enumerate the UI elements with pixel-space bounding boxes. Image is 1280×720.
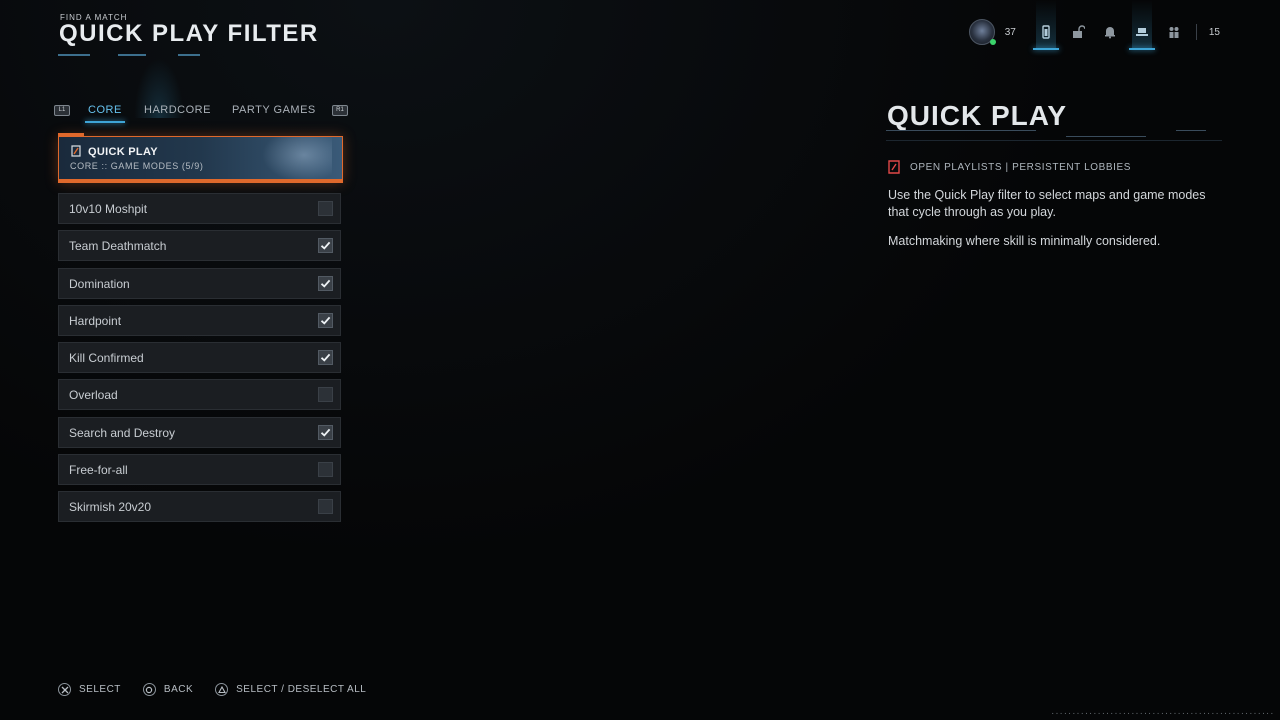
game-mode-checkbox[interactable] <box>318 499 333 515</box>
check-icon <box>320 242 331 250</box>
check-icon <box>320 428 331 437</box>
game-mode-row[interactable]: Domination <box>58 267 341 299</box>
card-title: QUICK PLAY <box>88 146 158 158</box>
game-mode-label: 10v10 Moshpit <box>69 202 148 216</box>
game-mode-row[interactable]: Free-for-all <box>58 454 341 486</box>
left-bumper-icon[interactable]: L1 <box>54 105 70 116</box>
card-subtitle: CORE :: GAME MODES (5/9) <box>70 161 204 171</box>
button-hints: SELECT BACK SELECT / DESELECT ALL <box>58 683 388 696</box>
quick-play-card[interactable]: QUICK PLAY CORE :: GAME MODES (5/9) <box>58 136 343 183</box>
game-mode-checkbox[interactable] <box>318 312 333 328</box>
spartan-artwork <box>262 137 332 182</box>
back-hint[interactable]: BACK <box>142 683 194 696</box>
matchmaking-note: Matchmaking where skill is minimally con… <box>888 234 1161 248</box>
profile-avatar-icon[interactable] <box>968 19 996 45</box>
notification-bell-icon[interactable] <box>1094 16 1126 48</box>
filter-tabs: L1 CORE HARDCORE PARTY GAMES R1 <box>54 58 348 124</box>
back-label: BACK <box>163 684 194 695</box>
game-mode-row[interactable]: 10v10 Moshpit <box>58 193 341 224</box>
player-level: 37 <box>1004 26 1016 38</box>
tab-party-games[interactable]: PARTY GAMES <box>232 104 316 116</box>
tab-hardcore[interactable]: HARDCORE <box>144 104 211 116</box>
game-mode-checkbox[interactable] <box>318 275 333 291</box>
card-top-accent <box>58 133 84 136</box>
game-mode-label: Hardpoint <box>69 313 122 328</box>
select-label: SELECT <box>79 684 121 695</box>
select-hint[interactable]: SELECT <box>58 683 121 696</box>
cross-button-icon <box>58 683 71 696</box>
game-mode-checkbox[interactable] <box>318 462 333 478</box>
game-mode-label: Overload <box>69 388 118 403</box>
circle-button-icon <box>142 683 156 696</box>
page-title: QUICK PLAY FILTER <box>59 20 319 47</box>
game-mode-label: Search and Destroy <box>69 425 176 440</box>
title-decoration <box>58 54 208 58</box>
game-mode-label: Kill Confirmed <box>69 351 144 366</box>
game-mode-label: Free-for-all <box>69 463 128 478</box>
game-mode-checkbox[interactable] <box>318 350 333 366</box>
social-icon[interactable] <box>1158 16 1190 48</box>
game-mode-list: 10v10 Moshpit Team Deathmatch Domination Ha… <box>58 193 341 529</box>
game-mode-row[interactable]: Team Deathmatch <box>58 230 341 262</box>
description-text: Use the Quick Play filter to select maps… <box>888 188 1206 219</box>
select-all-label: SELECT / DESELECT ALL <box>236 684 367 695</box>
game-mode-row[interactable]: Skirmish 20v20 <box>58 491 341 523</box>
status-separator <box>1195 24 1197 40</box>
battery-icon[interactable] <box>1030 0 1062 50</box>
game-mode-label: Team Deathmatch <box>69 239 167 254</box>
game-mode-label: Domination <box>69 276 130 291</box>
check-icon <box>320 316 331 325</box>
check-icon <box>320 353 331 362</box>
game-mode-checkbox[interactable] <box>318 238 333 254</box>
playlist-icon[interactable] <box>1126 0 1158 50</box>
details-description: Use the Quick Play filter to select maps… <box>888 187 1228 262</box>
online-indicator <box>989 39 996 45</box>
select-all-hint[interactable]: SELECT / DESELECT ALL <box>215 683 366 696</box>
game-mode-checkbox[interactable] <box>318 201 333 216</box>
game-mode-row[interactable]: Hardpoint <box>58 304 341 336</box>
quick-play-filter-screen: FIND A MATCH QUICK PLAY FILTER 37 15 L1 … <box>0 0 1280 720</box>
party-count: 15 <box>1208 26 1220 38</box>
playlist-icon <box>71 145 81 157</box>
game-mode-row[interactable]: Overload <box>58 379 341 411</box>
right-bumper-icon[interactable]: R1 <box>332 105 348 116</box>
details-decoration <box>886 128 1222 154</box>
triangle-button-icon <box>215 683 229 696</box>
details-tags: OPEN PLAYLISTS | PERSISTENT LOBBIES <box>910 162 1132 173</box>
game-mode-row[interactable]: Kill Confirmed <box>58 342 341 374</box>
game-mode-checkbox[interactable] <box>318 424 333 440</box>
lock-icon[interactable] <box>1062 16 1094 48</box>
playlist-type-icon <box>888 160 900 174</box>
build-string: ········································… <box>1050 710 1274 718</box>
tab-core[interactable]: CORE <box>85 104 125 123</box>
game-mode-checkbox[interactable] <box>318 387 333 403</box>
status-bar: 37 15 <box>968 0 1220 50</box>
card-accent <box>59 179 342 182</box>
game-mode-row[interactable]: Search and Destroy <box>58 416 341 448</box>
check-icon <box>320 279 331 288</box>
game-mode-label: Skirmish 20v20 <box>69 500 152 515</box>
